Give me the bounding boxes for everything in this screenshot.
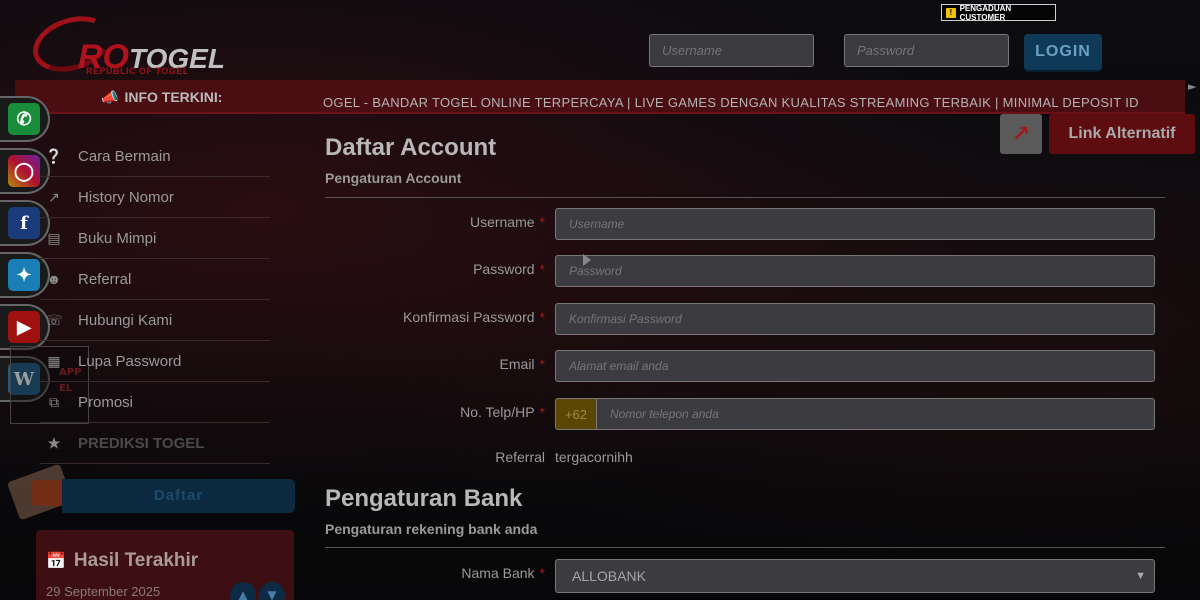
sidebar-item-referral[interactable]: ☻ Referral: [40, 259, 270, 300]
result-date: 29 September 2025: [46, 584, 161, 599]
news-ticker: 📣 INFO TERKINI: OGEL - BANDAR TOGEL ONLIN…: [15, 80, 1185, 114]
bank-section-title: Pengaturan Bank: [325, 485, 523, 512]
sidebar-item-lupa-password[interactable]: ▦ Lupa Password: [40, 341, 270, 382]
whatsapp-icon: ✆: [8, 103, 40, 135]
sidebar-item-label: History Nomor: [78, 188, 174, 206]
youtube-icon: ▶: [8, 311, 40, 343]
password-label: Password *: [473, 261, 545, 277]
chevron-down-icon[interactable]: ▼: [259, 582, 285, 600]
chevron-down-icon: ▼: [1135, 570, 1146, 582]
login-button[interactable]: LOGIN: [1024, 34, 1102, 70]
result-title: 📅 Hasil Terakhir: [46, 550, 199, 571]
phone-input[interactable]: [596, 398, 1155, 430]
calendar-icon: 📅: [46, 553, 66, 570]
mouse-cursor-icon: [583, 254, 591, 266]
logo-tagline: REPUBLIC OF TOGEL: [86, 66, 189, 76]
ticker-text: OGEL - BANDAR TOGEL ONLINE TERPERCAYA | …: [323, 95, 1139, 110]
sidebar-item-label: Referral: [78, 270, 132, 288]
divider: [325, 197, 1165, 198]
section-subtitle: Pengaturan Account: [325, 170, 462, 186]
sidebar-item-hubungi-kami[interactable]: ☏ Hubungi Kami: [40, 300, 270, 341]
login-password-input[interactable]: [844, 34, 1009, 67]
sidebar-item-promosi[interactable]: ⧉ Promosi: [40, 382, 270, 423]
sidebar-item-buku-mimpi[interactable]: ▤ Buku Mimpi: [40, 218, 270, 259]
question-icon: ❔: [45, 147, 63, 164]
sidebar-item-label: PREDIKSI TOGEL: [78, 434, 205, 452]
complaint-label: PENGADUAN CUSTOMER: [959, 3, 1012, 22]
last-result-panel: 📅 Hasil Terakhir 29 September 2025 ▲ ▼: [36, 530, 294, 600]
sidebar-item-label: Buku Mimpi: [78, 229, 157, 247]
chart-line-icon: ↗: [48, 188, 60, 205]
bank-selected-value: ALLOBANK: [572, 568, 646, 584]
referral-value: tergacornihh: [555, 449, 633, 465]
calendar-icon: ▦: [47, 352, 61, 369]
ticker-edge-icon: ►: [1188, 80, 1197, 93]
username-input[interactable]: [555, 208, 1155, 240]
sidebar-menu: ❔ Cara Bermain ↗ History Nomor ▤ Buku Mimpi…: [40, 136, 270, 464]
sidebar-item-prediksi-togel[interactable]: ★ PREDIKSI TOGEL: [40, 423, 270, 464]
password-input[interactable]: [555, 255, 1155, 287]
divider: [325, 547, 1165, 548]
warning-icon: !: [946, 7, 956, 18]
link-alternatif-button[interactable]: Link Alternatif: [1049, 114, 1195, 154]
phone-prefix: +62: [555, 398, 596, 430]
sidebar-item-label: Hubungi Kami: [78, 311, 173, 329]
username-label: Username *: [469, 214, 545, 230]
referral-label: Referral: [495, 449, 545, 465]
confirm-password-label: Konfirmasi Password *: [403, 309, 545, 325]
page-title: Daftar Account: [325, 134, 497, 161]
ticker-label: 📣 INFO TERKINI:: [101, 89, 223, 105]
email-input[interactable]: [555, 350, 1155, 382]
bank-name-label: Nama Bank *: [461, 565, 545, 581]
email-label: Email *: [499, 356, 545, 372]
clone-icon: ⧉: [49, 393, 59, 410]
site-header: ! PENGADUAN CUSTOMER ROTOGEL REPUBLIC OF…: [0, 0, 1200, 82]
site-logo[interactable]: ROTOGEL REPUBLIC OF TOGEL: [25, 6, 225, 82]
sidebar-item-label: Cara Bermain: [78, 147, 171, 165]
sidebar-item-history-nomor[interactable]: ↗ History Nomor: [40, 177, 270, 218]
customer-complaint-button[interactable]: ! PENGADUAN CUSTOMER: [941, 3, 1056, 22]
instagram-icon: ◯: [8, 155, 40, 187]
sidebar-item-label: Lupa Password: [78, 352, 182, 370]
chevron-up-icon[interactable]: ▲: [230, 582, 256, 600]
facebook-icon: f: [8, 207, 40, 239]
megaphone-icon: 📣: [101, 89, 119, 105]
login-username-input[interactable]: [649, 34, 814, 67]
sidebar-item-label: Promosi: [78, 393, 134, 411]
twitter-icon: ✦: [8, 259, 40, 291]
bank-name-select[interactable]: ALLOBANK ▼: [555, 559, 1155, 593]
ticker-marquee: OGEL - BANDAR TOGEL ONLINE TERPERCAYA | …: [323, 95, 1173, 112]
star-icon: ★: [47, 434, 61, 451]
users-icon: ☻: [46, 271, 62, 287]
phone-label: No. Telp/HP *: [460, 404, 545, 420]
daftar-button[interactable]: Daftar: [62, 479, 295, 513]
sidebar-item-cara-bermain[interactable]: ❔ Cara Bermain: [40, 136, 270, 177]
confirm-password-input[interactable]: [555, 303, 1155, 335]
external-link-icon[interactable]: ↗: [1000, 114, 1042, 154]
bank-section-subtitle: Pengaturan rekening bank anda: [325, 521, 538, 537]
newspaper-icon: ▤: [47, 229, 61, 246]
phone-icon: ☏: [45, 311, 63, 328]
